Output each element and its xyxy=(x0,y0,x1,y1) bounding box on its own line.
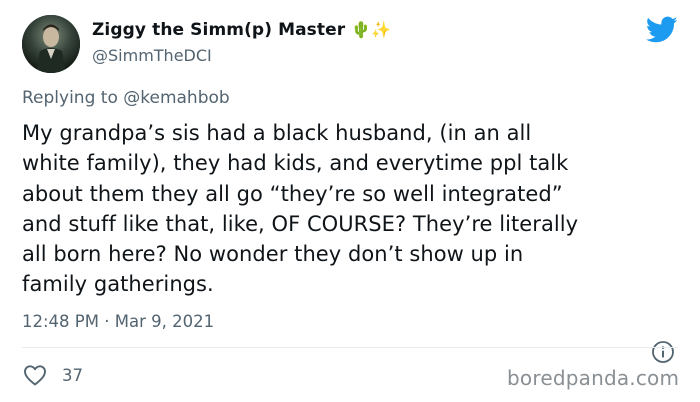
heart-icon[interactable] xyxy=(23,364,47,386)
tweet-line: family gatherings. xyxy=(22,272,214,297)
user-name-row[interactable]: Ziggy the Simm(p) Master 🌵✨ xyxy=(92,20,391,40)
replying-to: Replying to @kemahbob xyxy=(22,88,230,108)
avatar[interactable] xyxy=(22,15,80,73)
tweet-line: and stuff like that, like, OF COURSE? Th… xyxy=(22,211,579,236)
name-emoji: 🌵✨ xyxy=(351,20,392,39)
like-count: 37 xyxy=(62,366,83,385)
info-icon[interactable] xyxy=(651,340,675,364)
avatar-image xyxy=(22,15,80,73)
tweet-line: My grandpa’s sis had a black husband, (i… xyxy=(22,121,532,145)
tweet-timestamp[interactable]: 12:48 PM · Mar 9, 2021 xyxy=(22,312,214,331)
twitter-bird-icon[interactable] xyxy=(646,16,678,44)
watermark: boredpanda.com xyxy=(507,366,680,390)
display-name[interactable]: Ziggy the Simm(p) Master xyxy=(92,20,345,40)
user-handle[interactable]: @SimmTheDCI xyxy=(92,46,212,65)
reply-mention-link[interactable]: @kemahbob xyxy=(123,88,229,108)
divider xyxy=(22,347,678,348)
replying-prefix: Replying to xyxy=(22,88,124,108)
tweet-line: white family), they had kids, and everyt… xyxy=(22,151,569,176)
tweet-text: My grandpa’s sis had a black husband, (i… xyxy=(22,118,682,300)
tweet-line: all born here? No wonder they don’t show… xyxy=(22,242,524,267)
tweet-line: about them they all go “they’re so well … xyxy=(22,181,563,206)
